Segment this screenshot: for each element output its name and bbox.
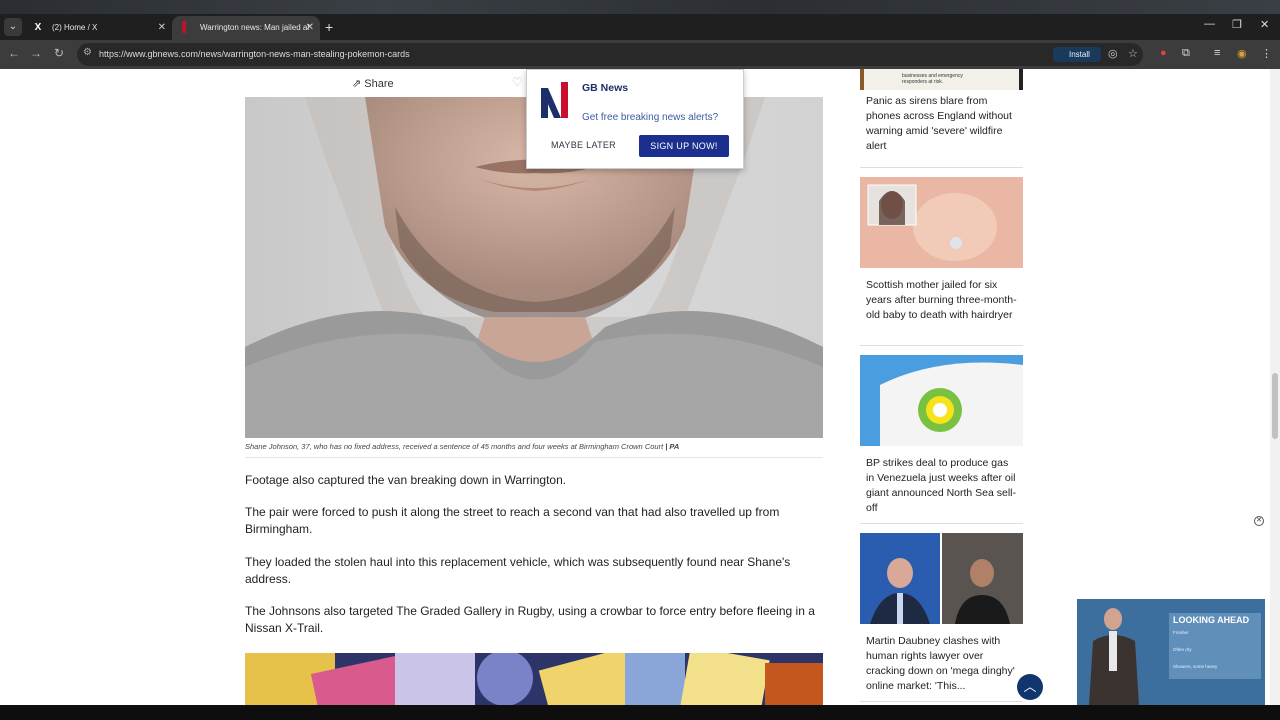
image-caption: Shane Johnson, 37, who has no fixed addr… [245,442,823,458]
install-app-button[interactable]: Install [1053,47,1101,62]
tv-debate-photo [860,533,1023,624]
page-scrollbar[interactable] [1270,69,1280,705]
browser-tab-bar: ⌄ X (2) Home / X ✕ ▌ Warrington news: Ma… [0,0,1280,40]
popup-message: Get free breaking news alerts? [582,112,719,123]
x-logo-icon: X [34,22,42,33]
gbnews-logo-icon: ▌ [182,22,190,33]
profile-avatar-icon[interactable]: ◉ [1237,47,1247,60]
sidebar-story-image [860,533,1023,624]
baby-photo [860,177,1023,268]
maybe-later-button[interactable]: MAYBE LATER [551,140,616,150]
minimize-icon[interactable]: — [1204,18,1215,30]
window-close-icon[interactable]: ✕ [1260,18,1269,31]
article-paragraph: Footage also captured the van breaking d… [245,473,567,487]
sidebar-divider [860,167,1023,168]
bp-sign-photo [860,355,1023,446]
notification-prompt: GB News Get free breaking news alerts? M… [526,69,744,169]
gbnews-logo-icon [541,82,568,118]
thumb-text: businesses and emergency responders at r… [902,73,963,85]
video-forecast-row: Often dry [1173,647,1192,652]
video-close-icon[interactable]: ✕ [1254,516,1264,526]
new-tab-button[interactable]: + [325,18,333,36]
tab-title: (2) Home / X [52,23,98,32]
sidebar-divider [860,523,1023,524]
article-paragraph: The pair were forced to push it along th… [245,505,780,536]
extension-red-icon[interactable]: ● [1160,47,1167,59]
article-paragraph: The Johnsons also targeted The Graded Ga… [245,604,815,635]
sidebar-top-thumbnail[interactable]: businesses and emergency responders at r… [860,69,1023,90]
sign-up-button[interactable]: SIGN UP NOW! [639,135,729,157]
sidebar-story-image [860,177,1023,268]
video-forecast-row: Fresher [1173,630,1189,635]
browser-toolbar: ← → ↻ ⚙ https://www.gbnews.com/news/warr… [0,40,1280,69]
pokemon-cards-artwork [245,653,823,705]
chevron-up-icon: ︿ [1023,679,1037,694]
browser-menu-icon[interactable]: ⋮ [1261,47,1272,60]
sidebar-story[interactable]: Panic as sirens blare from phones across… [860,94,1023,154]
tab-title: Warrington news: Man jailed af [200,23,310,32]
reload-icon[interactable]: ↻ [51,46,67,60]
address-bar[interactable]: ⚙ https://www.gbnews.com/news/warrington… [77,43,1143,66]
sidebar-thumb-image: businesses and emergency responders at r… [860,69,1023,90]
heart-icon[interactable]: ♡ [512,75,523,89]
back-arrow-icon[interactable]: ← [6,46,22,60]
forward-arrow-icon[interactable]: → [28,46,44,60]
popup-brand: GB News [582,82,629,94]
tab-gbnews-article[interactable]: ▌ Warrington news: Man jailed af ✕ [172,16,320,40]
sidebar-story-title[interactable]: BP strikes deal to produce gas in Venezu… [860,446,1023,516]
video-heading: LOOKING AHEAD [1173,615,1250,625]
sidebar-story[interactable]: Scottish mother jailed for six years aft… [860,177,1023,323]
sidebar-story-title[interactable]: Scottish mother jailed for six years aft… [860,268,1023,323]
sidebar-divider [860,345,1023,346]
taskbar-strip [0,705,1280,720]
tab-x-home[interactable]: X (2) Home / X ✕ [24,16,172,40]
article-paragraph: They loaded the stolen haul into this re… [245,555,791,586]
tab-close-icon[interactable]: ✕ [158,16,166,40]
scrollbar-thumb[interactable] [1272,373,1278,439]
tab-search-chevron-icon[interactable]: ⌄ [4,18,22,36]
video-forecast-row: Showers, some heavy [1173,664,1218,669]
url-text[interactable]: https://www.gbnews.com/news/warrington-n… [99,43,410,66]
sidebar-story[interactable]: Martin Daubney clashes with human rights… [860,533,1023,694]
tracking-off-eye-icon[interactable]: ◎ [1108,47,1118,60]
tab-close-icon[interactable]: ✕ [306,16,314,40]
sidebar-story-title[interactable]: Martin Daubney clashes with human rights… [860,624,1023,694]
sidebar-story[interactable]: BP strikes deal to produce gas in Venezu… [860,355,1023,516]
scroll-to-top-button[interactable]: ︿ [1017,674,1043,700]
reading-list-icon[interactable]: ≡ [1214,47,1220,59]
sidebar-story-title[interactable]: Panic as sirens blare from phones across… [860,94,1023,154]
share-button[interactable]: ⇗ Share [352,77,394,90]
floating-video-player[interactable]: LOOKING AHEAD Fresher Often dry Showers,… [1077,599,1265,705]
sidebar-story-image [860,355,1023,446]
share-icon: ⇗ [352,78,365,90]
restore-icon[interactable]: ❐ [1232,18,1242,31]
caption-credit: | PA [665,442,680,451]
site-settings-icon[interactable]: ⚙ [83,47,92,58]
pokemon-cards-image [245,653,823,705]
sidebar-divider [860,701,1023,702]
extensions-puzzle-icon[interactable]: ⧉ [1182,47,1190,60]
share-label: Share [364,78,394,90]
caption-text: Shane Johnson, 37, who has no fixed addr… [245,442,664,451]
bookmark-star-icon[interactable]: ☆ [1128,47,1138,60]
